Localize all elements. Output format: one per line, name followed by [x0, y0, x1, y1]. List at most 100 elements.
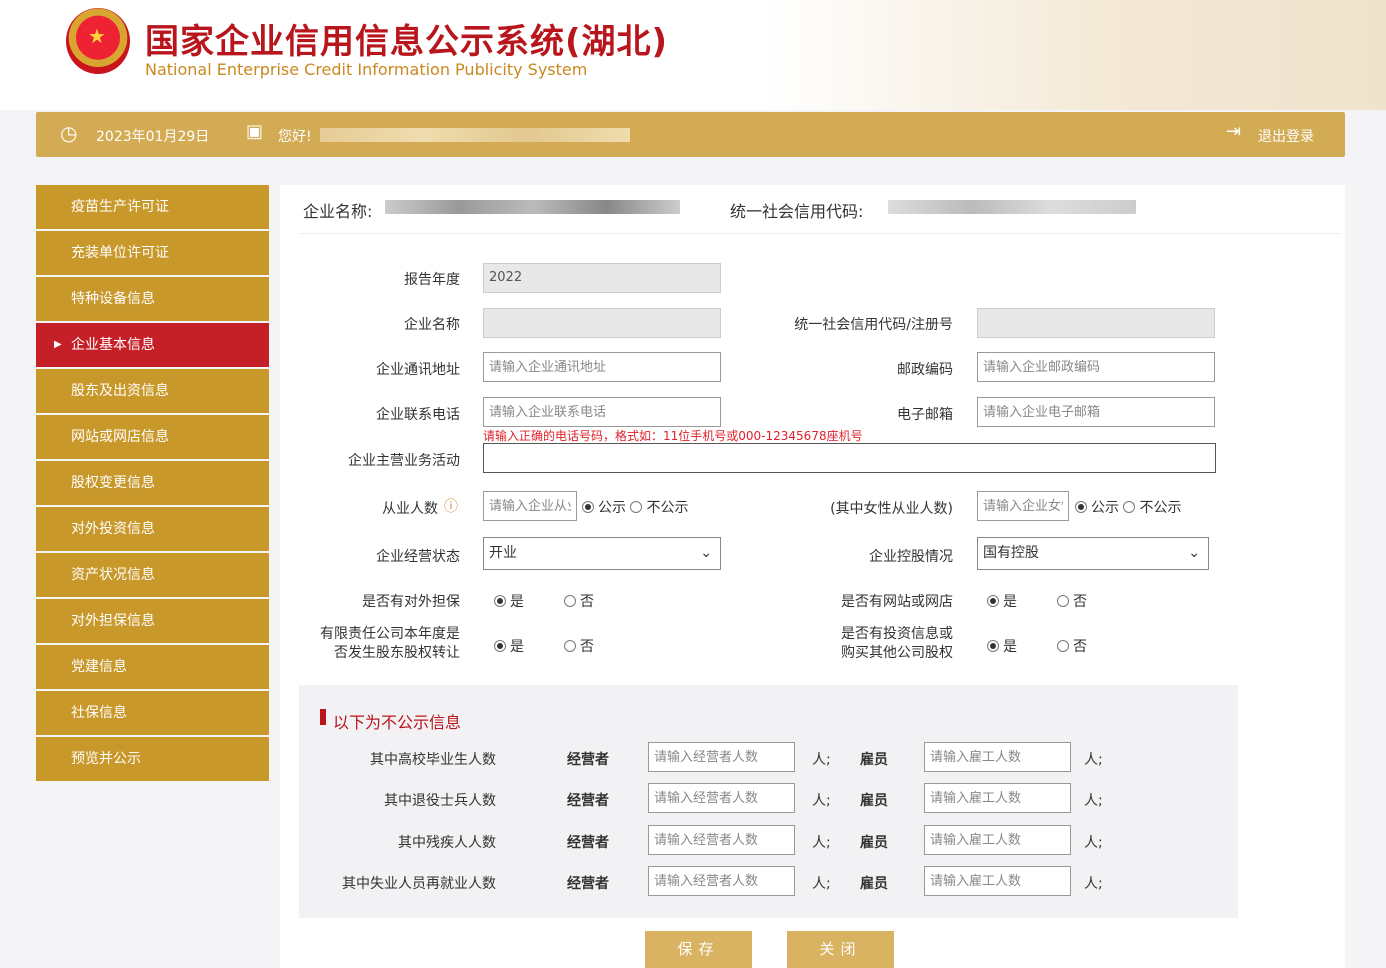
public-label: 公示 [598, 500, 626, 516]
unit-label: 人; [1084, 749, 1103, 769]
logout-icon[interactable]: ⇥ [1226, 121, 1241, 142]
no-label: 否 [580, 594, 594, 610]
radio-yes[interactable] [494, 595, 506, 607]
business-label: 企业主营业务活动 [300, 450, 460, 470]
save-button[interactable]: 保存 [645, 931, 752, 968]
radio-yes[interactable] [987, 595, 999, 607]
unit-label: 人; [812, 749, 831, 769]
female-input[interactable] [977, 491, 1069, 521]
radio-yes[interactable] [494, 640, 506, 652]
close-button[interactable]: 关闭 [787, 931, 894, 968]
invest-label: 是否有投资信息或购买其他公司股权 [740, 625, 953, 663]
logout-link[interactable]: 退出登录 [1258, 126, 1314, 146]
code-label: 统一社会信用代码/注册号 [740, 314, 953, 334]
operator-count-input[interactable] [648, 866, 795, 896]
header: ★ 国家企业信用信息公示系统(湖北) National Enterprise C… [0, 0, 1386, 110]
sidebar-item-assets[interactable]: 资产状况信息 [36, 553, 269, 597]
female-label: (其中女性从业人数) [740, 498, 953, 518]
status-label: 企业经营状态 [300, 546, 460, 566]
user-icon: ▣ [246, 121, 263, 142]
help-icon[interactable]: ⓘ [444, 496, 458, 516]
employee-count-input[interactable] [924, 742, 1071, 772]
no-label: 否 [1073, 594, 1087, 610]
radio-no[interactable] [564, 595, 576, 607]
unit-label: 人; [1084, 873, 1103, 893]
employees-label: 从业人数 [300, 498, 438, 518]
radio-no[interactable] [1057, 640, 1069, 652]
holding-label: 企业控股情况 [740, 546, 953, 566]
radio-public[interactable] [1075, 501, 1087, 513]
address-input[interactable] [483, 352, 721, 382]
employee-count-input[interactable] [924, 825, 1071, 855]
name-field [483, 308, 721, 338]
phone-label: 企业联系电话 [300, 404, 460, 424]
date-text: 2023年01月29日 [96, 126, 209, 146]
employee-count-input[interactable] [924, 783, 1071, 813]
yes-label: 是 [510, 594, 524, 610]
private-row-label: 其中残疾人人数 [300, 832, 496, 852]
sidebar-item-special-equipment[interactable]: 特种设备信息 [36, 277, 269, 321]
invest-radio[interactable]: 是否 [987, 636, 1087, 656]
sidebar: 疫苗生产许可证 充装单位许可证 特种设备信息 企业基本信息 股东及出资信息 网站… [36, 185, 269, 783]
operator-label: 经营者 [567, 790, 609, 810]
employees-input[interactable] [483, 491, 577, 521]
operator-count-input[interactable] [648, 742, 795, 772]
employee-label: 雇员 [860, 832, 888, 852]
company-name-redacted [385, 200, 680, 214]
credit-code-label: 统一社会信用代码: [730, 198, 863, 222]
website-radio[interactable]: 是否 [987, 591, 1087, 611]
business-input[interactable] [483, 443, 1216, 473]
sidebar-item-social-security[interactable]: 社保信息 [36, 691, 269, 735]
employee-count-input[interactable] [924, 866, 1071, 896]
radio-not-public[interactable] [1123, 501, 1135, 513]
greeting-text: 您好! [278, 126, 312, 146]
private-row-label: 其中高校毕业生人数 [300, 749, 496, 769]
status-value: 开业 [489, 545, 517, 561]
unit-label: 人; [1084, 832, 1103, 852]
yes-label: 是 [1003, 639, 1017, 655]
phone-input[interactable] [483, 397, 721, 427]
sidebar-item-preview[interactable]: 预览并公示 [36, 737, 269, 781]
female-publicity-radio[interactable]: 公示 不公示 [1075, 497, 1181, 517]
unit-label: 人; [812, 873, 831, 893]
top-bar: ◷ 2023年01月29日 ▣ 您好! ⇥ 退出登录 [36, 112, 1345, 157]
sidebar-item-investment[interactable]: 对外投资信息 [36, 507, 269, 551]
holding-select[interactable]: 国有控股 ⌄ [977, 537, 1209, 570]
section-marker [320, 709, 326, 725]
guarantee-label: 是否有对外担保 [300, 591, 460, 611]
sidebar-item-basic-info[interactable]: 企业基本信息 [36, 323, 269, 367]
transfer-label-line2: 否发生股东股权转让 [290, 644, 460, 663]
postcode-label: 邮政编码 [740, 359, 953, 379]
email-input[interactable] [977, 397, 1215, 427]
radio-no[interactable] [564, 640, 576, 652]
status-select[interactable]: 开业⌄ [483, 537, 721, 570]
transfer-label: 有限责任公司本年度是否发生股东股权转让 [290, 625, 460, 663]
operator-label: 经营者 [567, 873, 609, 893]
clock-icon: ◷ [60, 121, 77, 145]
sidebar-item-guarantee[interactable]: 对外担保信息 [36, 599, 269, 643]
public-label: 公示 [1091, 500, 1119, 516]
sidebar-item-vaccine-license[interactable]: 疫苗生产许可证 [36, 185, 269, 229]
chevron-down-icon: ⌄ [1188, 538, 1200, 569]
radio-no[interactable] [1057, 595, 1069, 607]
year-field: 2022 [483, 263, 721, 293]
guarantee-radio[interactable]: 是否 [494, 591, 594, 611]
radio-yes[interactable] [987, 640, 999, 652]
sidebar-item-website[interactable]: 网站或网店信息 [36, 415, 269, 459]
sidebar-item-party[interactable]: 党建信息 [36, 645, 269, 689]
radio-not-public[interactable] [630, 501, 642, 513]
sidebar-item-filling-license[interactable]: 充装单位许可证 [36, 231, 269, 275]
employees-publicity-radio[interactable]: 公示 不公示 [582, 497, 688, 517]
sidebar-item-equity-change[interactable]: 股权变更信息 [36, 461, 269, 505]
radio-public[interactable] [582, 501, 594, 513]
transfer-radio[interactable]: 是否 [494, 636, 594, 656]
operator-count-input[interactable] [648, 783, 795, 813]
invest-label-line2: 购买其他公司股权 [740, 644, 953, 663]
private-row-label: 其中退役士兵人数 [300, 790, 496, 810]
operator-count-input[interactable] [648, 825, 795, 855]
sidebar-item-shareholders[interactable]: 股东及出资信息 [36, 369, 269, 413]
yes-label: 是 [1003, 594, 1017, 610]
holding-value: 国有控股 [983, 545, 1039, 561]
emblem-icon: ★ [66, 8, 130, 74]
postcode-input[interactable] [977, 352, 1215, 382]
